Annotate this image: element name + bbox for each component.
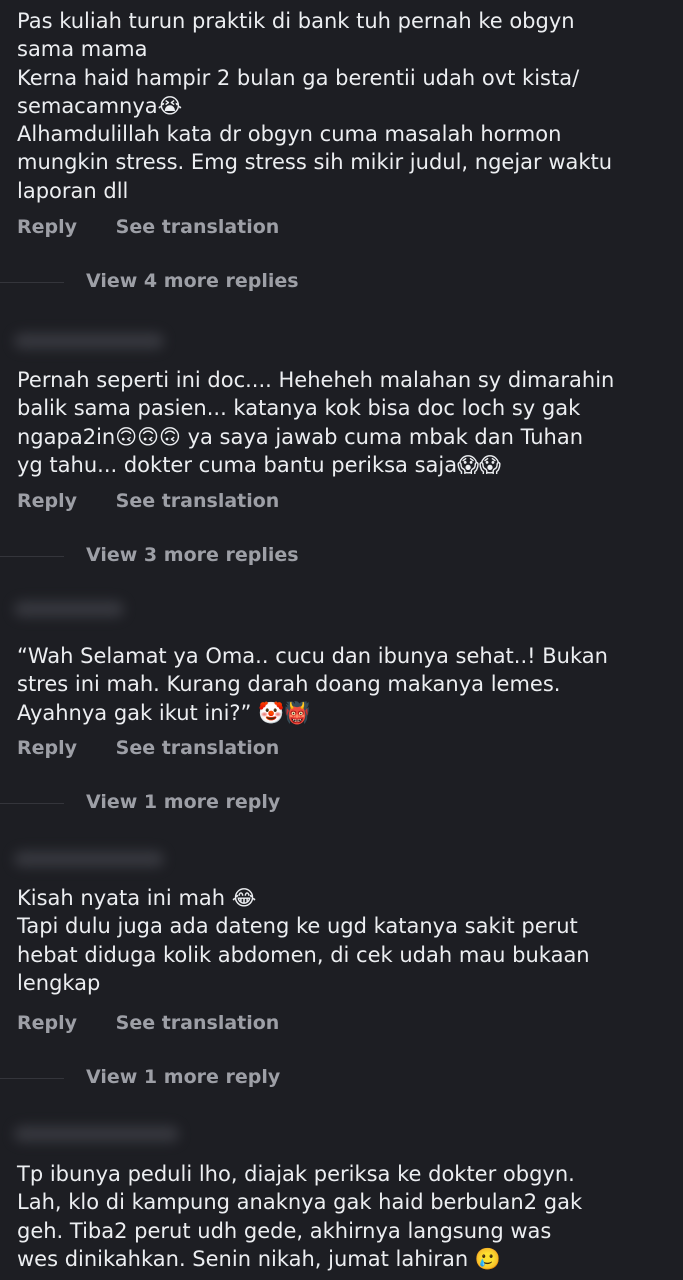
reply-button[interactable]: Reply bbox=[17, 1012, 77, 1034]
reply-button[interactable]: Reply bbox=[17, 737, 77, 759]
see-translation-button[interactable]: See translation bbox=[116, 490, 280, 512]
see-translation-button[interactable]: See translation bbox=[116, 737, 280, 759]
comment-3: “Wah Selamat ya Oma.. cucu dan ibunya se… bbox=[17, 642, 667, 727]
comment-2: Pernah seperti ini doc.... Heheheh malah… bbox=[17, 366, 667, 479]
blurred-author-name bbox=[14, 851, 164, 867]
comment-text: “Wah Selamat ya Oma.. cucu dan ibunya se… bbox=[17, 644, 608, 725]
comment-actions: Reply See translation bbox=[17, 737, 279, 759]
reply-button[interactable]: Reply bbox=[17, 216, 77, 238]
view-more-replies-button[interactable]: View 1 more reply bbox=[86, 791, 280, 813]
comment-1: Pas kuliah turun praktik di bank tuh per… bbox=[17, 7, 667, 205]
blurred-author-name bbox=[14, 333, 164, 349]
comment-text: Pas kuliah turun praktik di bank tuh per… bbox=[17, 9, 613, 203]
reply-button[interactable]: Reply bbox=[17, 490, 77, 512]
comment-text: Pernah seperti ini doc.... Heheheh malah… bbox=[17, 368, 615, 477]
replies-divider bbox=[0, 282, 64, 283]
comment-actions: Reply See translation bbox=[17, 490, 279, 512]
blurred-author-name bbox=[14, 601, 124, 617]
view-more-replies-button[interactable]: View 1 more reply bbox=[86, 1066, 280, 1088]
comment-actions: Reply See translation bbox=[17, 216, 279, 238]
see-translation-button[interactable]: See translation bbox=[116, 216, 280, 238]
see-translation-button[interactable]: See translation bbox=[116, 1012, 280, 1034]
comment-actions: Reply See translation bbox=[17, 1012, 279, 1034]
replies-divider bbox=[0, 556, 64, 557]
comment-text: Tp ibunya peduli lho, diajak periksa ke … bbox=[17, 1162, 583, 1271]
replies-divider bbox=[0, 803, 64, 804]
view-more-replies-button[interactable]: View 4 more replies bbox=[86, 270, 299, 292]
replies-divider bbox=[0, 1078, 64, 1079]
comment-4: Kisah nyata ini mah 😂 Tapi dulu juga ada… bbox=[17, 884, 667, 997]
comment-5: Tp ibunya peduli lho, diajak periksa ke … bbox=[17, 1160, 667, 1273]
blurred-author-name bbox=[14, 1126, 179, 1142]
comment-text: Kisah nyata ini mah 😂 Tapi dulu juga ada… bbox=[17, 886, 590, 995]
view-more-replies-button[interactable]: View 3 more replies bbox=[86, 544, 299, 566]
